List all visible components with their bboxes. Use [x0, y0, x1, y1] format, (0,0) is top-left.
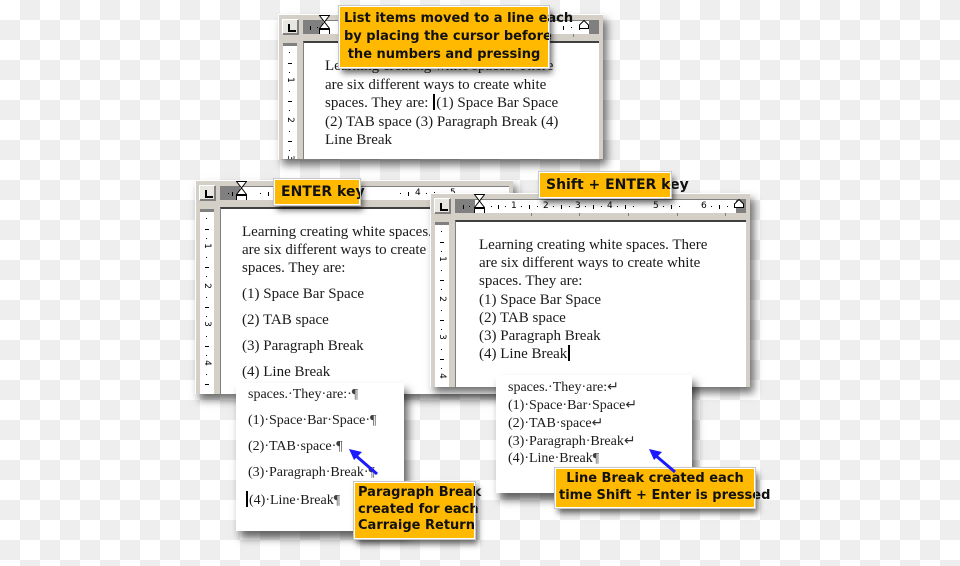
ruler-number: 2	[543, 201, 549, 211]
paragraph-mark-icon: ¶	[333, 493, 341, 508]
vertical-ruler[interactable]: 1 2 3 4	[200, 209, 214, 394]
text-cursor	[433, 94, 436, 110]
doc-line: (2) TAB space	[479, 309, 566, 326]
tab-selector-icon[interactable]	[199, 185, 216, 201]
paragraph-mark-icon: ¶	[351, 387, 359, 402]
ruler-number: 4	[437, 373, 447, 379]
tab-selector-icon[interactable]	[282, 19, 299, 35]
arrow-icon	[649, 449, 676, 474]
marks-line: spaces.·They·are:	[508, 380, 608, 395]
word-window-shift-enter: 1 2 3 4 5 6 1 2 3 4 Learning creating wh…	[430, 193, 750, 387]
callout-line: List items moved to a line each	[344, 11, 574, 26]
callout-line: created for each	[358, 501, 479, 517]
callout-line: ENTER key	[281, 184, 365, 200]
return-arrow-icon: ↵	[591, 416, 604, 431]
ruler-number: 1	[285, 77, 295, 83]
doc-line: Line Break	[325, 132, 393, 148]
doc-line: are six different ways to create white	[479, 255, 701, 272]
doc-line: are six different ways to create white	[325, 76, 547, 93]
ruler-number: 3	[575, 201, 581, 211]
ruler-number: 1	[511, 201, 517, 211]
callout-line: the numbers and pressing	[347, 47, 541, 62]
doc-line: (3) Paragraph Break	[479, 328, 601, 345]
arrow-icon	[349, 449, 378, 476]
ruler-number: 2	[437, 296, 447, 302]
paragraph-mark-icon: ¶	[592, 451, 600, 466]
return-arrow-icon: ↵	[607, 380, 619, 395]
paragraph-mark-icon: ¶	[370, 413, 377, 428]
ruler-number: 1	[202, 243, 212, 249]
doc-line: (2) TAB space (3) Paragraph Break (4)	[325, 113, 559, 130]
document-text[interactable]: Learning creating white spaces. There ar…	[479, 236, 707, 363]
document-page[interactable]: Learning creating white spaces. There ar…	[455, 220, 746, 387]
callout-paragraph-break: Paragraph Break created for each Carraig…	[353, 481, 482, 540]
callout-top: List items moved to a line each by placi…	[338, 5, 574, 69]
ruler-number: 1	[437, 256, 447, 262]
marks-line: (2)·TAB·space·	[248, 439, 337, 454]
ruler-number: 5	[653, 201, 659, 211]
horizontal-ruler[interactable]: 1 2 3 4 5 6	[455, 199, 746, 213]
ruler-number: 3	[285, 155, 295, 159]
document-text[interactable]: Learning creating white spaces. There ar…	[325, 57, 558, 150]
doc-line: (4) Line Break	[479, 346, 568, 363]
marks-line: (1)·Space·Bar·Space	[508, 398, 626, 413]
tab-selector-icon[interactable]	[434, 198, 451, 214]
callout-shift-enter-key: Shift + ENTER key	[538, 171, 689, 199]
return-arrow-icon: ↵	[623, 434, 636, 449]
doc-line: (1) Space Bar Space	[436, 95, 559, 111]
ruler-number: 4	[415, 188, 421, 198]
callout-enter-key: ENTER key	[273, 178, 365, 206]
doc-line: spaces. They are:	[479, 273, 583, 290]
right-indent-icon[interactable]	[734, 199, 744, 208]
callout-line: Paragraph Break	[358, 485, 482, 500]
return-arrow-icon: ↵	[625, 398, 638, 413]
marks-line: (4)·Line·Break	[249, 493, 334, 508]
ruler-number: 6	[701, 201, 707, 211]
marks-line: (4)·Line·Break	[508, 451, 593, 466]
vertical-ruler[interactable]: 1 2 3	[283, 43, 297, 159]
ruler-number: 4	[202, 360, 212, 366]
text-cursor	[568, 345, 571, 362]
right-indent-icon[interactable]	[579, 20, 589, 29]
callout-line: Carraige Return	[358, 518, 475, 533]
callout-line: Shift + ENTER key	[546, 177, 689, 193]
callout-line: time Shift + Enter is pressed	[559, 487, 771, 503]
text-cursor	[246, 491, 248, 507]
ruler-number: 2	[202, 283, 212, 289]
ruler-number: 3	[437, 334, 447, 340]
ruler-number: 2	[285, 117, 295, 123]
doc-line: spaces. They are:	[325, 95, 433, 111]
ruler-number: 4	[607, 201, 613, 211]
ruler-number: 3	[202, 321, 212, 327]
marks-line: (1)·Space·Bar·Space·	[248, 413, 371, 428]
marks-line: (3)·Paragraph·Break	[508, 434, 624, 449]
marks-line: (2)·TAB·space	[508, 416, 592, 431]
paragraph-mark-icon: ¶	[336, 439, 343, 454]
vertical-ruler[interactable]: 1 2 3 4	[435, 222, 449, 387]
doc-line: Learning creating white spaces. There	[479, 237, 708, 253]
doc-line: (1) Space Bar Space	[479, 291, 602, 308]
callout-line: by placing the cursor before	[344, 29, 552, 44]
marks-line: spaces.·They·are:·	[248, 387, 352, 402]
